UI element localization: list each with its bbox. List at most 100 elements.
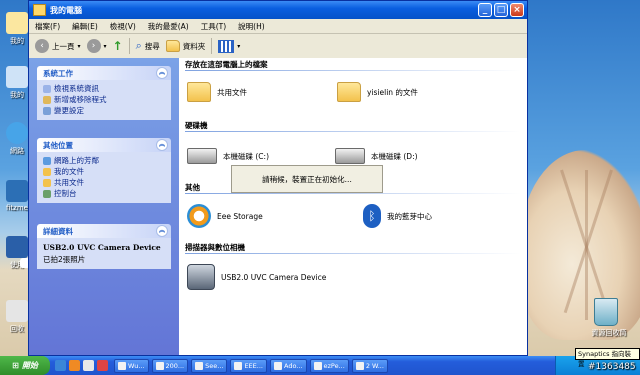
dropdown-arrow-icon: ▾: [103, 42, 107, 50]
initializing-dialog: 請稍候，裝置正在初始化...: [231, 165, 383, 193]
link-control-panel[interactable]: 控制台: [43, 188, 165, 199]
item-usb-camera[interactable]: USB2.0 UVC Camera Device: [187, 264, 326, 290]
collapse-icon[interactable]: ︽: [156, 67, 168, 79]
quick-launch: [55, 360, 108, 371]
my-computer-icon: [33, 4, 46, 16]
menu-file[interactable]: 檔案(F): [35, 21, 60, 32]
forward-button[interactable]: › ▾: [86, 39, 107, 53]
system-tasks-panel: 系統工作 ︽ 檢視系統資訊 新增或移除程式 變更設定: [37, 66, 171, 120]
group-divider: [185, 253, 521, 254]
menu-edit[interactable]: 編輯(E): [72, 21, 98, 32]
item-user-documents[interactable]: yisielin 的文件: [337, 82, 418, 102]
firefox-icon[interactable]: [69, 360, 80, 371]
item-eee-storage[interactable]: Eee Storage: [187, 204, 263, 228]
group-divider: [185, 193, 521, 194]
recycle-bin-icon[interactable]: [594, 298, 618, 326]
close-button[interactable]: ×: [510, 3, 524, 17]
link-my-documents[interactable]: 我的文件: [43, 166, 165, 177]
menu-tools[interactable]: 工具(T): [201, 21, 226, 32]
ie-icon[interactable]: [55, 360, 66, 371]
item-drive-c[interactable]: 本機磁碟 (C:): [187, 148, 269, 164]
link-shared-documents[interactable]: 共用文件: [43, 177, 165, 188]
link-view-system-info[interactable]: 檢視系統資訊: [43, 83, 165, 94]
folder-icon: [337, 82, 361, 102]
toolbar: ‹ 上一頁 ▾ › ▾ ↑ ⌕ 搜尋 資料夾 ▾: [29, 34, 527, 59]
task-button[interactable]: 200...: [151, 358, 189, 373]
window-icon: [273, 361, 282, 370]
folders-button[interactable]: 資料夾: [165, 40, 205, 52]
window-icon: [313, 361, 322, 370]
group-header-other: 其他: [185, 183, 200, 192]
group-divider: [185, 131, 521, 132]
taskbar: ⊞ 開始 Wu... 200... See... EEE... Ado... e…: [0, 356, 640, 375]
desktop-icon[interactable]: [83, 360, 94, 371]
forward-arrow-icon: ›: [86, 39, 101, 53]
control-panel-icon: [43, 189, 51, 198]
start-button[interactable]: ⊞ 開始: [0, 356, 50, 375]
menu-help[interactable]: 說明(H): [238, 21, 265, 32]
task-button[interactable]: See...: [191, 358, 228, 373]
app-icon[interactable]: [97, 360, 108, 371]
seashell-wallpaper: [520, 150, 640, 340]
task-button[interactable]: EEE...: [230, 358, 267, 373]
camera-icon: [187, 264, 215, 290]
tray-tooltip: Synaptics 指向裝置: [575, 348, 640, 368]
link-network-places[interactable]: 網路上的芳鄰: [43, 155, 165, 166]
collapse-icon[interactable]: ︽: [156, 225, 168, 237]
group-header-scanners: 掃描器與數位相機: [185, 243, 245, 252]
link-add-remove-programs[interactable]: 新增或移除程式: [43, 94, 165, 105]
window-title: 我的電腦: [50, 5, 82, 15]
menu-view[interactable]: 檢視(V): [110, 21, 136, 32]
views-icon: [218, 39, 235, 53]
item-drive-d[interactable]: 本機磁碟 (D:): [335, 148, 418, 164]
details-device-name: USB2.0 UVC Camera Device: [43, 243, 161, 252]
views-button[interactable]: ▾: [218, 39, 241, 53]
item-bluetooth[interactable]: ᛒ 我的藍芽中心: [363, 204, 432, 228]
other-places-header[interactable]: 其他位置 ︽: [37, 138, 171, 152]
watermark-text: #1363485: [588, 362, 636, 372]
eee-storage-icon: [187, 204, 211, 228]
window-icon: [118, 361, 126, 370]
details-description: 已拍2張照片: [43, 255, 86, 264]
windows-logo-icon: ⊞: [12, 361, 19, 370]
folder-icon: [6, 12, 28, 34]
menu-bar: 檔案(F) 編輯(E) 檢視(V) 我的最愛(A) 工具(T) 說明(H): [29, 19, 527, 34]
programs-icon: [43, 95, 51, 104]
settings-icon: [43, 106, 51, 115]
up-arrow-icon: ↑: [112, 39, 123, 53]
task-button[interactable]: ezPe...: [309, 358, 349, 373]
window-icon: [234, 361, 243, 370]
folder-icon: [43, 178, 51, 187]
search-button[interactable]: ⌕ 搜尋: [136, 39, 160, 53]
folder-icon: [165, 40, 180, 52]
group-header-drives: 硬碟機: [185, 121, 208, 130]
collapse-icon[interactable]: ︽: [156, 139, 168, 151]
details-panel: 詳細資料 ︽ USB2.0 UVC Camera Device 已拍2張照片: [37, 224, 171, 269]
content-pane: 存放在這部電腦上的檔案 共用文件 yisielin 的文件 硬碟機 本機磁碟 (…: [179, 58, 527, 355]
task-button-group[interactable]: 2 W...: [351, 358, 388, 373]
dropdown-arrow-icon: ▾: [237, 42, 241, 50]
other-places-panel: 其他位置 ︽ 網路上的芳鄰 我的文件 共用文件 控制台: [37, 138, 171, 203]
maximize-button[interactable]: □: [494, 3, 508, 17]
window-icon: [155, 361, 164, 370]
recycle-bin-label: 資源回收筒: [591, 329, 627, 337]
task-button[interactable]: Wu...: [114, 358, 149, 373]
link-change-settings[interactable]: 變更設定: [43, 105, 165, 116]
task-buttons: Wu... 200... See... EEE... Ado... ezPe..…: [114, 358, 388, 373]
dropdown-arrow-icon: ▾: [77, 42, 81, 50]
hard-drive-icon: [335, 148, 365, 164]
app-icon: [6, 236, 28, 258]
back-button[interactable]: ‹ 上一頁 ▾: [35, 39, 81, 53]
menu-favorites[interactable]: 我的最愛(A): [148, 21, 189, 32]
task-button[interactable]: Ado...: [269, 358, 307, 373]
item-shared-documents[interactable]: 共用文件: [187, 82, 247, 102]
minimize-button[interactable]: _: [478, 3, 492, 17]
up-folder-button[interactable]: ↑: [113, 39, 123, 53]
system-tasks-header[interactable]: 系統工作 ︽: [37, 66, 171, 80]
group-divider: [185, 70, 521, 71]
title-bar[interactable]: 我的電腦 _ □ ×: [29, 1, 527, 19]
bluetooth-icon: ᛒ: [363, 204, 381, 228]
task-pane: 系統工作 ︽ 檢視系統資訊 新增或移除程式 變更設定 其他位置 ︽ 網路上的芳鄰…: [29, 58, 179, 355]
details-header[interactable]: 詳細資料 ︽: [37, 224, 171, 238]
back-arrow-icon: ‹: [35, 39, 49, 53]
